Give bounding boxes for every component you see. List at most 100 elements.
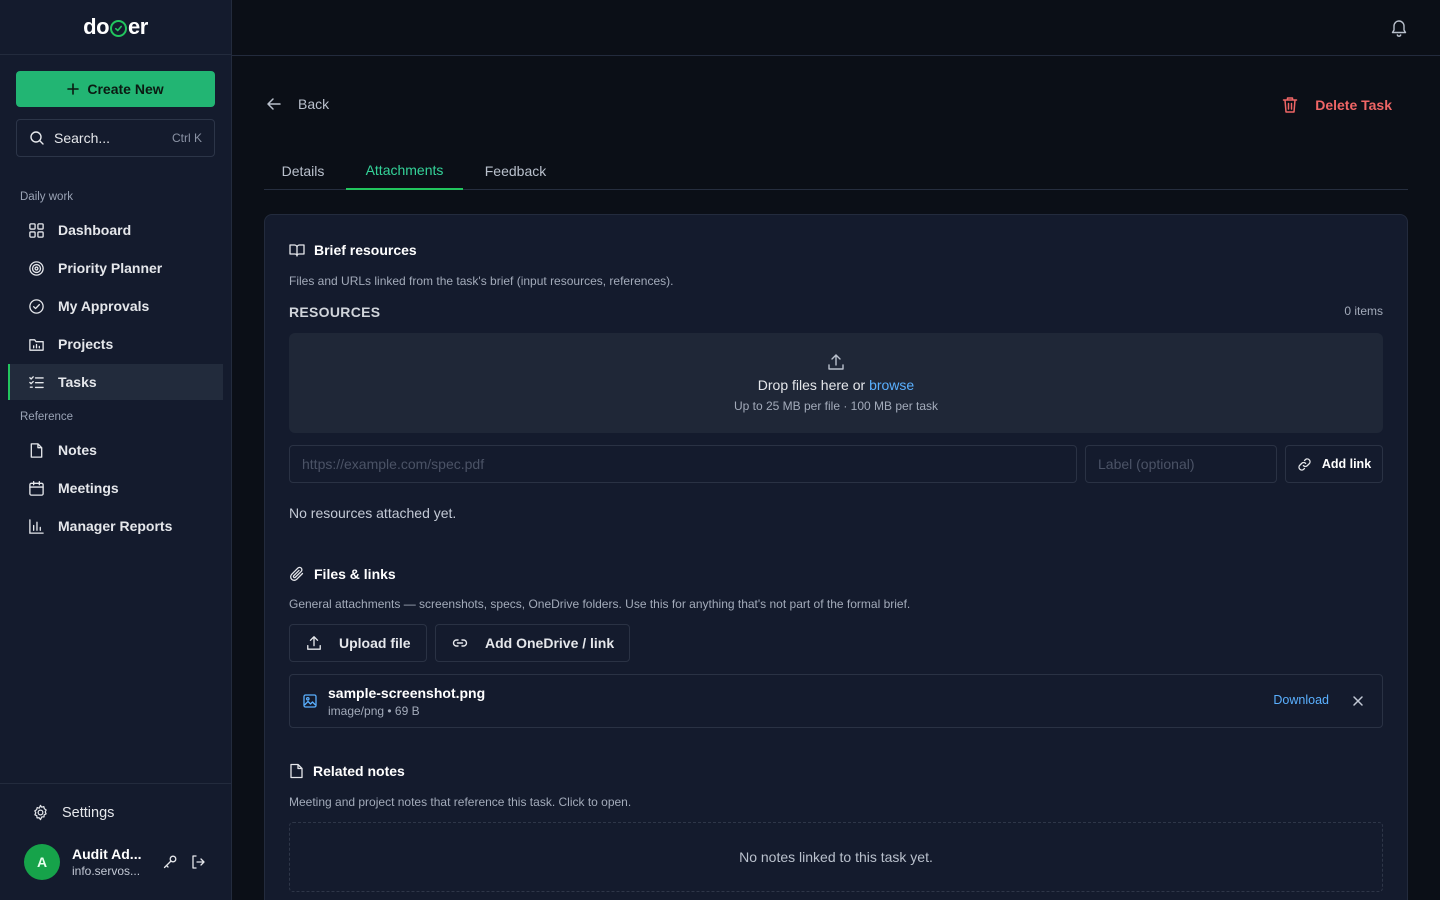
attachments-panel: Brief resources Files and URLs linked fr…: [264, 214, 1408, 900]
arrow-left-icon: [266, 96, 282, 112]
book-icon: [289, 243, 305, 258]
sidebar-item-notes[interactable]: Notes: [8, 432, 223, 468]
image-file-icon: [303, 694, 317, 708]
settings-label: Settings: [62, 804, 115, 821]
note-icon: [289, 763, 304, 779]
user-name: Audit Ad...: [72, 846, 142, 862]
files-links-description: General attachments — screenshots, specs…: [289, 597, 911, 611]
files-links-heading: Files & links: [289, 566, 396, 582]
section-label-daily-work: Daily work: [20, 191, 74, 203]
add-link-label: Add link: [1321, 457, 1372, 471]
checklist-icon: [28, 374, 45, 391]
related-notes-title: Related notes: [313, 763, 405, 779]
files-links-title: Files & links: [314, 566, 396, 582]
upload-file-label: Upload file: [339, 635, 411, 651]
target-icon: [28, 260, 45, 277]
create-new-label: Create New: [87, 81, 164, 97]
back-label: Back: [298, 96, 330, 112]
sidebar-item-label: Manager Reports: [58, 518, 173, 534]
logout-icon[interactable]: [190, 854, 206, 870]
sidebar-item-projects[interactable]: Projects: [8, 326, 223, 362]
resource-label-input[interactable]: [1085, 445, 1277, 483]
attachment-name: sample-screenshot.png: [328, 685, 486, 701]
sidebar-item-label: Priority Planner: [58, 260, 163, 276]
logo-area: do er: [0, 0, 231, 55]
resources-label: RESOURCES: [289, 304, 381, 320]
attachment-row[interactable]: sample-screenshot.png image/png • 69 B D…: [289, 674, 1383, 728]
sidebar-item-label: Dashboard: [58, 222, 132, 238]
plus-icon: [67, 83, 80, 95]
delete-task-button[interactable]: Delete Task: [1282, 96, 1392, 114]
delete-task-label: Delete Task: [1315, 97, 1392, 113]
add-link-button[interactable]: Add link: [1285, 445, 1383, 483]
logo-text-right: er: [128, 14, 148, 39]
bar-chart-icon: [28, 518, 45, 535]
notes-empty-state: No notes linked to this task yet.: [289, 822, 1383, 892]
browse-link[interactable]: browse: [869, 377, 914, 393]
related-notes-description: Meeting and project notes that reference…: [289, 795, 632, 809]
create-new-button[interactable]: Create New: [16, 71, 215, 107]
file-dropzone[interactable]: Drop files here or browse Up to 25 MB pe…: [289, 333, 1383, 433]
sidebar-item-label: Tasks: [58, 374, 97, 390]
file-icon: [28, 442, 45, 459]
app-logo[interactable]: do er: [83, 14, 148, 40]
tab-attachments[interactable]: Attachments: [346, 152, 463, 190]
brief-resources-description: Files and URLs linked from the task's br…: [289, 274, 674, 288]
upload-icon: [306, 635, 322, 651]
sidebar-item-settings[interactable]: Settings: [32, 804, 114, 821]
user-profile[interactable]: A Audit Ad... info.servos...: [24, 844, 141, 880]
related-notes-heading: Related notes: [289, 763, 405, 779]
sidebar-item-meetings[interactable]: Meetings: [8, 470, 223, 506]
drop-instructions: Drop files here or browse: [758, 377, 914, 393]
tab-feedback[interactable]: Feedback: [471, 152, 560, 190]
download-link[interactable]: Download: [1273, 693, 1329, 707]
drop-text: Drop files here or: [757, 377, 870, 393]
user-actions: [162, 854, 206, 870]
section-label-reference: Reference: [20, 411, 74, 423]
link-icon: [1297, 457, 1312, 472]
avatar: A: [24, 844, 60, 880]
top-bar: [232, 0, 1440, 56]
logo-check-icon: [110, 19, 128, 37]
search-input[interactable]: Search... Ctrl K: [16, 119, 215, 157]
link-icon: [452, 635, 468, 651]
check-circle-icon: [28, 298, 45, 315]
resource-url-input[interactable]: [289, 445, 1077, 483]
sidebar-item-label: Projects: [58, 336, 114, 352]
close-icon[interactable]: [1352, 695, 1364, 707]
task-tabs: Details Attachments Feedback: [264, 152, 1408, 190]
calendar-icon: [28, 480, 45, 497]
upload-limits: Up to 25 MB per file · 100 MB per task: [733, 399, 939, 413]
user-email: info.servos...: [72, 864, 141, 878]
attachment-meta: image/png • 69 B: [328, 704, 420, 718]
add-onedrive-link-label: Add OneDrive / link: [485, 635, 615, 651]
user-info: Audit Ad... info.servos...: [72, 846, 141, 878]
brief-resources-title: Brief resources: [314, 242, 417, 258]
sidebar-item-label: Notes: [58, 442, 97, 458]
sidebar-item-my-approvals[interactable]: My Approvals: [8, 288, 223, 324]
sidebar-item-label: Meetings: [58, 480, 119, 496]
trash-icon: [1282, 96, 1298, 114]
sidebar-item-dashboard[interactable]: Dashboard: [8, 212, 223, 248]
search-shortcut: Ctrl K: [172, 131, 202, 145]
sidebar-item-label: My Approvals: [58, 298, 150, 314]
sidebar-item-tasks[interactable]: Tasks: [8, 364, 223, 400]
sidebar-item-manager-reports[interactable]: Manager Reports: [8, 508, 223, 544]
logo-text-left: do: [83, 14, 110, 39]
search-icon: [29, 130, 45, 146]
sidebar-footer: Settings A Audit Ad... info.servos...: [0, 783, 231, 900]
bell-icon[interactable]: [1390, 18, 1408, 38]
key-icon[interactable]: [162, 854, 178, 870]
sidebar-item-priority-planner[interactable]: Priority Planner: [8, 250, 223, 286]
tab-details[interactable]: Details: [264, 152, 342, 190]
upload-file-button[interactable]: Upload file: [289, 624, 427, 662]
back-button[interactable]: Back: [266, 96, 329, 112]
search-placeholder: Search...: [54, 130, 111, 146]
upload-icon: [827, 353, 845, 371]
folder-chart-icon: [28, 336, 45, 353]
brief-resources-heading: Brief resources: [289, 242, 417, 258]
add-onedrive-link-button[interactable]: Add OneDrive / link: [435, 624, 630, 662]
sidebar: do er Create New Search... Ctrl K Daily …: [0, 0, 232, 900]
gear-icon: [32, 804, 49, 821]
grid-icon: [28, 222, 45, 239]
